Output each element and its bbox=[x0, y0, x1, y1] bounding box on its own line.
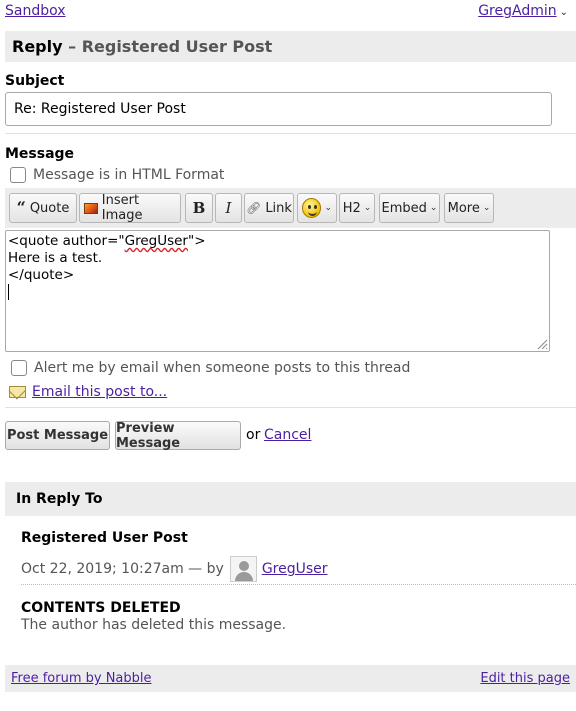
alert-checkbox[interactable] bbox=[11, 360, 27, 376]
message-line-1-suffix: "> bbox=[187, 233, 206, 249]
subject-input-value: Re: Registered User Post bbox=[14, 101, 186, 117]
more-button[interactable]: More ⌄ bbox=[444, 193, 494, 223]
divider bbox=[5, 133, 576, 134]
smiley-button[interactable]: ⌄ bbox=[297, 193, 337, 223]
message-line-1-author: GregUser bbox=[124, 233, 188, 249]
forum-link[interactable]: Sandbox bbox=[5, 3, 66, 19]
quote-button-label: Quote bbox=[29, 200, 70, 216]
link-label: Link bbox=[265, 200, 292, 216]
italic-label: I bbox=[225, 199, 232, 217]
link-button[interactable]: 🔗︎ Link bbox=[244, 193, 294, 223]
heading-label: H2 bbox=[342, 200, 361, 216]
link-icon: 🔗︎ bbox=[246, 201, 262, 215]
avatar-body bbox=[234, 572, 253, 581]
chevron-down-icon: ⌄ bbox=[363, 203, 372, 213]
bold-button[interactable]: B bbox=[185, 193, 213, 223]
smiley-icon bbox=[302, 198, 322, 218]
preview-message-label: Preview Message bbox=[116, 420, 181, 451]
deleted-title: CONTENTS DELETED bbox=[21, 600, 181, 616]
insert-image-label: Insert Image bbox=[101, 193, 143, 223]
more-label: More bbox=[447, 200, 480, 216]
edit-page-link[interactable]: Edit this page bbox=[480, 671, 570, 686]
divider bbox=[21, 584, 576, 585]
in-reply-to-heading: In Reply To bbox=[5, 482, 576, 516]
subject-label: Subject bbox=[5, 73, 65, 89]
chevron-down-icon: ⌄ bbox=[482, 203, 491, 213]
bold-label: B bbox=[192, 199, 206, 217]
post-meta: Oct 22, 2019; 10:27am — by GregUser bbox=[21, 556, 328, 582]
post-message-button[interactable]: Post Message bbox=[5, 421, 110, 450]
nabble-link[interactable]: Free forum by Nabble bbox=[11, 671, 152, 686]
html-format-checkbox[interactable] bbox=[10, 167, 26, 183]
or-text: or bbox=[246, 427, 261, 443]
insert-image-button[interactable]: Insert Image bbox=[79, 193, 181, 223]
author-link[interactable]: GregUser bbox=[262, 561, 328, 577]
post-title: Registered User Post bbox=[21, 530, 188, 546]
user-menu[interactable]: GregAdmin ⌄ bbox=[478, 3, 568, 19]
image-icon bbox=[84, 202, 98, 214]
email-post-link[interactable]: Email this post to... bbox=[32, 384, 167, 400]
alert-label: Alert me by email when someone posts to … bbox=[34, 360, 411, 376]
avatar[interactable] bbox=[229, 556, 257, 582]
resize-handle-icon[interactable] bbox=[536, 338, 548, 350]
page-title-subtitle: Registered User Post bbox=[81, 37, 273, 56]
quote-button[interactable]: “ Quote bbox=[9, 193, 77, 223]
italic-button[interactable]: I bbox=[215, 193, 242, 223]
deleted-text: The author has deleted this message. bbox=[21, 617, 287, 633]
preview-message-button[interactable]: Preview Message bbox=[115, 420, 241, 451]
alert-option[interactable]: Alert me by email when someone posts to … bbox=[11, 360, 410, 376]
embed-button[interactable]: Embed ⌄ bbox=[379, 193, 440, 223]
chevron-down-icon[interactable]: ⌄ bbox=[560, 7, 568, 18]
page-title-main: Reply bbox=[12, 37, 63, 56]
message-line-3: </quote> bbox=[8, 267, 75, 283]
quote-icon: “ bbox=[16, 198, 26, 217]
title-separator: – bbox=[62, 37, 82, 56]
user-menu-link[interactable]: GregAdmin bbox=[478, 3, 556, 19]
editor-toolbar: “ Quote Insert Image B I 🔗︎ Link ⌄ H2 ⌄ … bbox=[5, 188, 576, 228]
page-title: Reply – Registered User Post bbox=[5, 31, 576, 62]
avatar-head bbox=[238, 561, 249, 571]
cancel-link[interactable]: Cancel bbox=[264, 427, 311, 443]
embed-label: Embed bbox=[381, 200, 427, 216]
heading-button[interactable]: H2 ⌄ bbox=[339, 193, 375, 223]
footer: Free forum by Nabble Edit this page bbox=[5, 665, 576, 692]
html-format-option[interactable]: Message is in HTML Format bbox=[10, 167, 224, 183]
email-post-row: Email this post to... bbox=[9, 384, 167, 400]
chevron-down-icon: ⌄ bbox=[429, 203, 438, 213]
divider bbox=[5, 407, 576, 408]
message-line-2: Here is a test. bbox=[8, 250, 103, 266]
chevron-down-icon: ⌄ bbox=[324, 203, 332, 213]
top-bar: Sandbox GregAdmin ⌄ bbox=[5, 3, 568, 23]
message-line-1-prefix: <quote author=" bbox=[8, 233, 125, 249]
message-label: Message bbox=[5, 146, 75, 162]
text-caret bbox=[8, 284, 9, 300]
envelope-icon bbox=[9, 386, 26, 398]
post-date: Oct 22, 2019; 10:27am — by bbox=[21, 561, 224, 577]
subject-input[interactable]: Re: Registered User Post bbox=[5, 92, 552, 126]
html-format-label: Message is in HTML Format bbox=[33, 167, 225, 183]
post-message-label: Post Message bbox=[6, 428, 109, 443]
message-textarea[interactable]: <quote author="GregUser"> Here is a test… bbox=[5, 230, 550, 352]
